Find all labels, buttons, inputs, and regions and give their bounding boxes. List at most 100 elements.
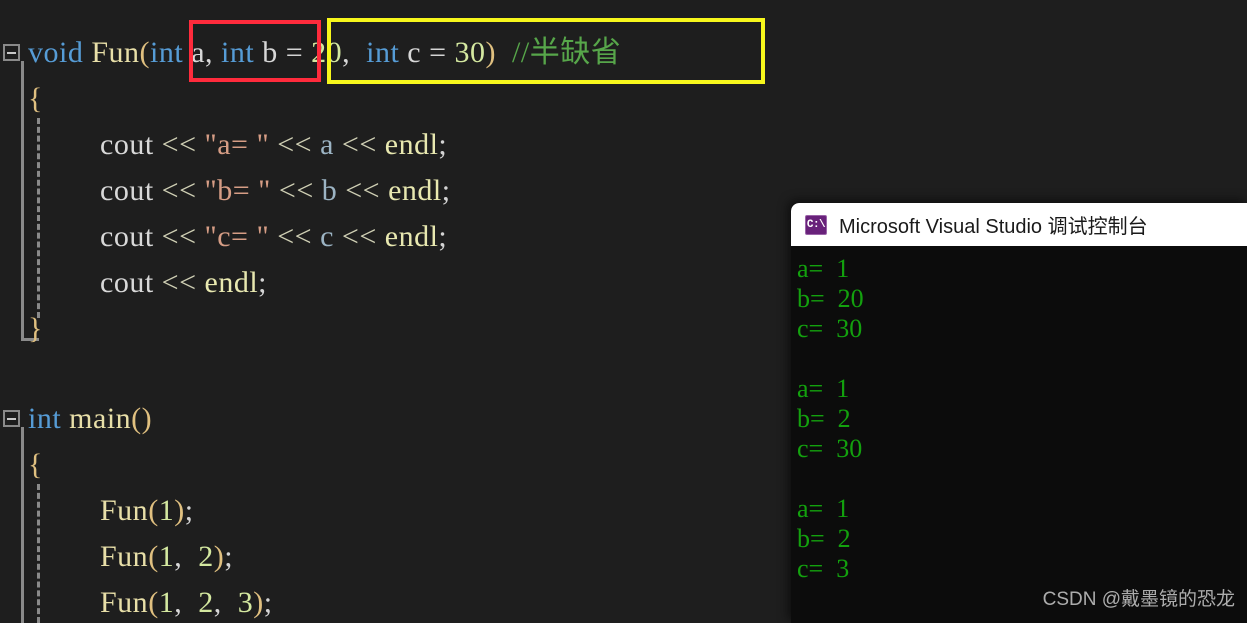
console-line: c= 30 xyxy=(797,434,863,463)
code-token: cout xyxy=(100,128,162,161)
code-token: << xyxy=(341,128,385,161)
code-token: ; xyxy=(441,174,451,207)
code-token: int xyxy=(221,36,255,69)
console-titlebar[interactable]: C:\ Microsoft Visual Studio 调试控制台 xyxy=(791,203,1247,246)
code-token: () xyxy=(131,402,153,435)
code-token: 1 xyxy=(158,494,175,527)
code-token: = xyxy=(285,36,312,69)
code-token: ; xyxy=(184,494,194,527)
console-line: b= 2 xyxy=(797,404,851,433)
code-line-cout-a[interactable]: cout << "a= " << a << endl; xyxy=(100,130,447,160)
code-token: int xyxy=(150,36,184,69)
code-token: << xyxy=(345,174,389,207)
code-line-cout-endl[interactable]: cout << endl; xyxy=(100,268,267,298)
console-window[interactable]: C:\ Microsoft Visual Studio 调试控制台 a= 1 b… xyxy=(791,203,1247,623)
code-token: 2 xyxy=(198,586,214,619)
code-token: int xyxy=(28,402,62,435)
code-token: cout xyxy=(100,266,162,299)
console-line: c= 3 xyxy=(797,554,850,583)
code-token: endl xyxy=(388,174,442,207)
code-token: cout xyxy=(100,174,162,207)
code-line-call-fun-1-2[interactable]: Fun(1, 2); xyxy=(100,542,233,572)
code-token: { xyxy=(28,82,43,115)
indent-guide-main xyxy=(37,484,40,623)
code-token: "c= " xyxy=(204,220,270,253)
code-token: << xyxy=(161,266,205,299)
code-token: 2 xyxy=(198,540,214,573)
code-line-main-open-brace[interactable]: { xyxy=(28,450,43,480)
code-token: Fun xyxy=(100,586,149,619)
code-token: 1 xyxy=(158,540,175,573)
code-line-call-fun-1[interactable]: Fun(1); xyxy=(100,496,194,526)
code-token: << xyxy=(161,128,205,161)
code-line-fn-signature[interactable]: void Fun(int a, int b = 20, int c = 30) … xyxy=(28,38,621,68)
code-line-cout-b[interactable]: cout << "b= " << b << endl; xyxy=(100,176,451,206)
code-token: << xyxy=(161,220,205,253)
code-token: ; xyxy=(258,266,267,299)
console-line: a= 1 xyxy=(797,494,850,523)
code-line-call-fun-1-2-3[interactable]: Fun(1, 2, 3); xyxy=(100,588,273,618)
fold-region-line-fun xyxy=(21,61,24,341)
code-token: ; xyxy=(438,128,448,161)
code-token: Fun xyxy=(100,540,149,573)
code-token: void xyxy=(28,36,84,69)
code-token: ) xyxy=(213,540,225,573)
code-token: endl xyxy=(204,266,259,299)
code-line-cout-c[interactable]: cout << "c= " << c << endl; xyxy=(100,222,447,252)
code-token: b xyxy=(254,36,286,69)
code-line-fn-open-brace[interactable]: { xyxy=(28,84,43,114)
code-token: 30 xyxy=(454,36,486,69)
code-token: cout xyxy=(100,220,162,253)
code-token: c xyxy=(320,220,342,253)
console-line: c= 30 xyxy=(797,314,863,343)
fold-toggle-fun[interactable] xyxy=(3,44,20,61)
code-token: Fun xyxy=(100,494,149,527)
console-app-icon: C:\ xyxy=(805,214,827,235)
code-token: endl xyxy=(384,128,439,161)
code-token: ) xyxy=(174,494,185,527)
code-token: , xyxy=(174,540,199,573)
console-output[interactable]: a= 1 b= 20 c= 30 a= 1 b= 2 c= 30 a= 1 b=… xyxy=(791,246,1247,623)
code-token: , xyxy=(342,36,367,69)
code-token: ( xyxy=(148,586,159,619)
code-token: 3 xyxy=(237,586,254,619)
code-token: { xyxy=(28,448,43,481)
code-token: = xyxy=(429,36,455,69)
fold-toggle-main[interactable] xyxy=(3,410,20,427)
code-token: a xyxy=(320,128,342,161)
code-token: "a= " xyxy=(204,128,270,161)
code-token: ( xyxy=(139,36,151,69)
code-token: } xyxy=(28,312,43,345)
csdn-watermark: CSDN @戴墨镜的恐龙 xyxy=(1042,589,1235,610)
code-token: << xyxy=(278,174,322,207)
code-token: 20 xyxy=(311,36,343,69)
code-token: endl xyxy=(384,220,439,253)
code-token: , xyxy=(213,586,238,619)
code-token: ) xyxy=(253,586,264,619)
code-token: , xyxy=(174,586,199,619)
code-token: int xyxy=(366,36,400,69)
code-token: c xyxy=(399,36,430,69)
code-token: Fun xyxy=(91,36,140,69)
code-token: ; xyxy=(263,586,273,619)
code-token: ( xyxy=(148,540,159,573)
code-token: a, xyxy=(183,36,222,69)
console-line: b= 20 xyxy=(797,284,864,313)
console-title: Microsoft Visual Studio 调试控制台 xyxy=(839,216,1148,238)
indent-guide-fun xyxy=(37,118,40,318)
code-token: "b= " xyxy=(204,174,271,207)
console-line: a= 1 xyxy=(797,374,850,403)
code-token: << xyxy=(341,220,385,253)
code-token: ; xyxy=(438,220,448,253)
code-token: << xyxy=(277,128,321,161)
code-line-main-signature[interactable]: int main() xyxy=(28,404,152,434)
console-line: a= 1 xyxy=(797,254,850,283)
code-line-fn-close-brace[interactable]: } xyxy=(28,314,43,344)
fold-region-line-main xyxy=(21,427,24,623)
code-token: ) xyxy=(485,36,497,69)
